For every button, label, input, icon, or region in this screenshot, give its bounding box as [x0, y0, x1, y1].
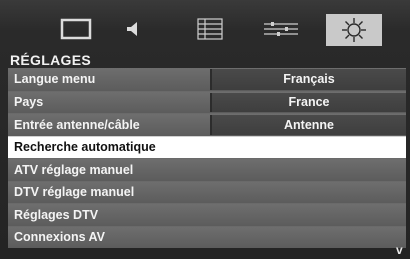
tab-setup[interactable] [326, 14, 382, 46]
settings-list: Langue menu Français Pays France Entrée … [8, 68, 406, 248]
equalizer-icon [264, 22, 298, 36]
menu-row-dtv-settings[interactable]: Réglages DTV [8, 203, 406, 226]
row-label: Connexions AV [14, 230, 105, 245]
tv-picture-icon [60, 18, 92, 40]
row-label: ATV réglage manuel [14, 162, 134, 177]
scroll-down-indicator: v [396, 243, 403, 257]
row-label: Réglages DTV [14, 207, 99, 222]
menu-tab-bar [0, 0, 410, 52]
menu-row-atv-manual[interactable]: ATV réglage manuel [8, 158, 406, 181]
tab-sound[interactable] [104, 15, 160, 43]
menu-row-auto-search[interactable]: Recherche automatique [8, 135, 406, 158]
list-icon [197, 18, 223, 40]
settings-menu-screen: RÉGLAGES Langue menu Français Pays Franc… [0, 0, 410, 259]
row-label: Pays [14, 95, 44, 110]
menu-row-input[interactable]: Entrée antenne/câble Antenne [8, 113, 406, 136]
tab-adjust[interactable] [253, 15, 309, 43]
row-label: Recherche automatique [14, 140, 156, 155]
menu-row-dtv-manual[interactable]: DTV réglage manuel [8, 180, 406, 203]
menu-row-language[interactable]: Langue menu Français [8, 68, 406, 91]
row-value[interactable]: Antenne [210, 115, 406, 135]
row-label: DTV réglage manuel [14, 185, 135, 200]
menu-row-country[interactable]: Pays France [8, 90, 406, 113]
row-label: Langue menu [14, 72, 96, 87]
speaker-icon [127, 22, 137, 36]
row-label: Entrée antenne/câble [14, 117, 140, 132]
menu-row-av-connections[interactable]: Connexions AV [8, 225, 406, 248]
tab-channels[interactable] [182, 15, 238, 43]
row-value[interactable]: France [210, 92, 406, 112]
section-title: RÉGLAGES [10, 52, 91, 68]
gear-icon [342, 18, 366, 42]
row-value[interactable]: Français [210, 69, 406, 90]
tab-picture[interactable] [48, 15, 104, 43]
